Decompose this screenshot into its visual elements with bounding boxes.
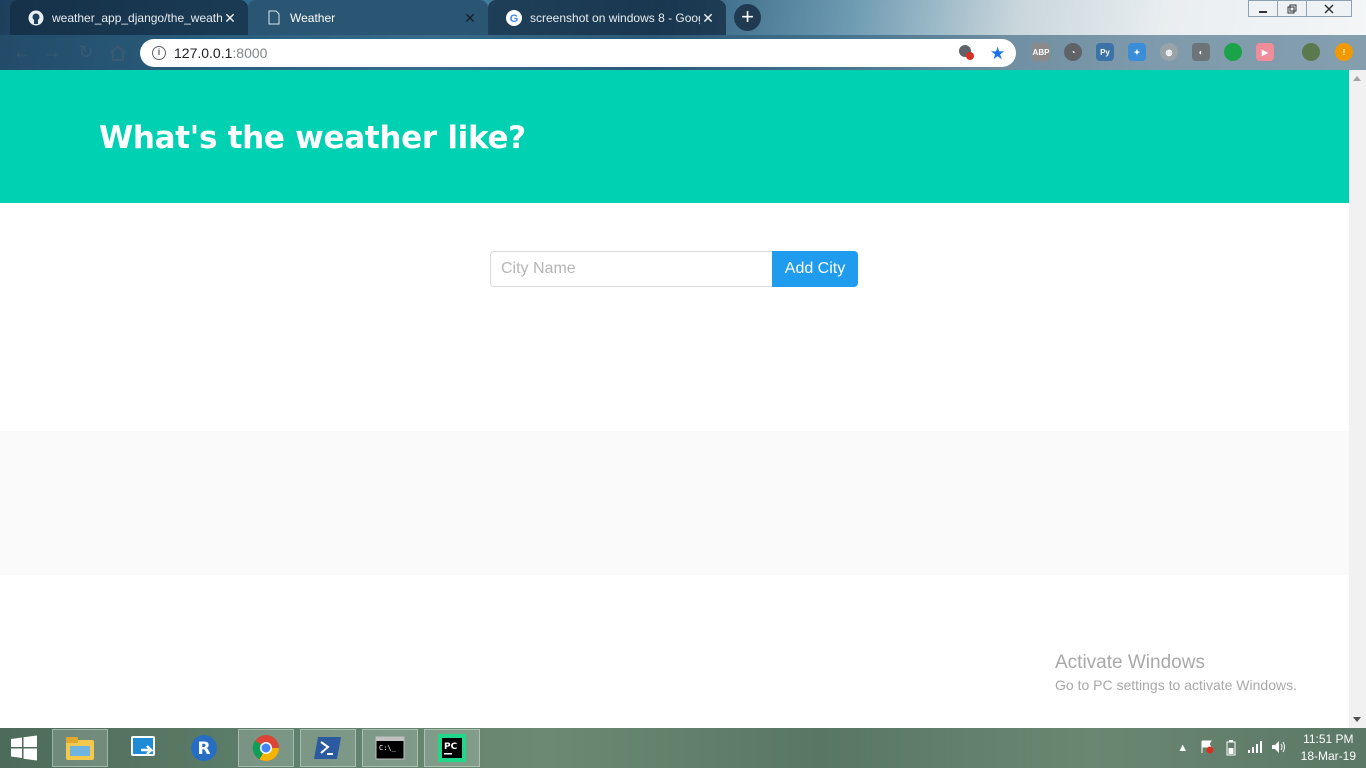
taskbar-clock[interactable]: 11:51 PM 18-Mar-19 [1301, 731, 1356, 765]
adblock-icon[interactable]: ABP [1032, 43, 1050, 61]
tab-title: weather_app_django/the_weathe [52, 10, 222, 25]
bookmark-star-icon[interactable]: ★ [990, 44, 1005, 64]
document-icon [266, 10, 282, 26]
pycharm-icon[interactable]: PC [424, 729, 480, 767]
volume-icon[interactable] [1271, 740, 1287, 756]
vertical-scrollbar[interactable] [1349, 70, 1366, 728]
home-icon[interactable] [106, 41, 130, 65]
update-alert-icon[interactable]: ! [1335, 43, 1353, 61]
address-bar[interactable]: i 127.0.0.1:8000 [140, 39, 1016, 67]
lightbulb-icon[interactable]: ◐ [1192, 43, 1210, 61]
google-icon: G [506, 9, 522, 26]
chrome-icon[interactable] [238, 729, 294, 767]
close-tab-icon[interactable]: ✕ [222, 10, 238, 26]
url-host: 127.0.0.1 [174, 45, 233, 61]
github-icon [28, 10, 44, 26]
globe-icon[interactable]: ◍ [1160, 43, 1178, 61]
remote-app-icon[interactable] [116, 729, 172, 767]
add-city-form: Add City [490, 251, 858, 287]
close-tab-icon[interactable]: ✕ [462, 10, 478, 26]
tab-title: Weather [290, 10, 336, 25]
city-name-input[interactable] [490, 251, 772, 287]
video-extension-icon[interactable]: ▶ [1256, 43, 1274, 61]
hero-banner: What's the weather like? [0, 70, 1349, 203]
cmd-icon[interactable]: C:\_ [362, 729, 418, 767]
svg-text:G: G [510, 13, 519, 25]
network-signal-icon[interactable] [1247, 740, 1263, 756]
windows-start-icon[interactable] [10, 735, 38, 761]
blocked-content-icon[interactable] [958, 44, 974, 60]
show-hidden-icons-icon[interactable]: ▲ [1175, 740, 1191, 756]
tab-github[interactable]: weather_app_django/the_weathe ✕ [10, 0, 248, 35]
speedometer-icon[interactable]: ◔ [1064, 43, 1082, 61]
restore-button[interactable] [1277, 0, 1307, 17]
window-controls [1248, 0, 1352, 17]
close-window-button[interactable] [1306, 0, 1352, 17]
python-icon[interactable]: Py [1096, 43, 1114, 61]
tab-title: screenshot on windows 8 - Goog [530, 10, 700, 25]
windows-taskbar: R C:\_ PC ▲ 11:51 PM 18-Mar-19 [0, 728, 1366, 768]
close-tab-icon[interactable]: ✕ [700, 10, 716, 26]
green-extension-icon[interactable] [1224, 43, 1242, 61]
back-arrow-icon[interactable]: ← [10, 41, 34, 65]
browser-chrome: weather_app_django/the_weathe ✕ Weather … [0, 0, 1366, 70]
action-center-flag-icon[interactable] [1199, 740, 1215, 756]
watermark-subtitle: Go to PC settings to activate Windows. [1055, 677, 1297, 693]
clock-time: 11:51 PM [1303, 732, 1354, 746]
svg-text:C:\_: C:\_ [379, 744, 397, 752]
r-icon[interactable]: R [176, 729, 232, 767]
add-city-button[interactable]: Add City [772, 251, 858, 287]
info-icon[interactable]: i [152, 46, 166, 60]
minimize-button[interactable] [1248, 0, 1278, 17]
weather-results-section [0, 431, 1349, 575]
svg-text:R: R [197, 739, 210, 759]
new-tab-button[interactable]: + [734, 4, 761, 31]
forward-arrow-icon[interactable]: → [40, 41, 64, 65]
url-port: :8000 [232, 45, 268, 61]
tab-weather[interactable]: Weather ✕ [248, 0, 488, 35]
puzzle-extension-icon[interactable]: ✦ [1128, 43, 1146, 61]
page-viewport: What's the weather like? Add City Activa… [0, 70, 1349, 728]
system-tray: ▲ 11:51 PM 18-Mar-19 [1167, 728, 1356, 768]
watermark-title: Activate Windows [1055, 652, 1205, 673]
battery-icon[interactable] [1223, 740, 1239, 756]
scroll-down-arrow-icon[interactable] [1353, 717, 1361, 722]
scroll-up-arrow-icon[interactable] [1353, 76, 1361, 81]
tab-strip: weather_app_django/the_weathe ✕ Weather … [0, 0, 1366, 35]
file-explorer-icon[interactable] [52, 729, 108, 767]
activate-windows-watermark: Activate Windows Go to PC settings to ac… [1055, 652, 1297, 693]
powershell-icon[interactable] [300, 729, 356, 767]
reload-icon[interactable]: ↻ [74, 41, 98, 65]
profile-avatar[interactable] [1302, 43, 1320, 61]
tab-google[interactable]: G screenshot on windows 8 - Goog ✕ [488, 0, 726, 35]
clock-date: 18-Mar-19 [1300, 749, 1356, 763]
hero-title: What's the weather like? [99, 120, 526, 156]
svg-text:PC: PC [444, 742, 458, 752]
